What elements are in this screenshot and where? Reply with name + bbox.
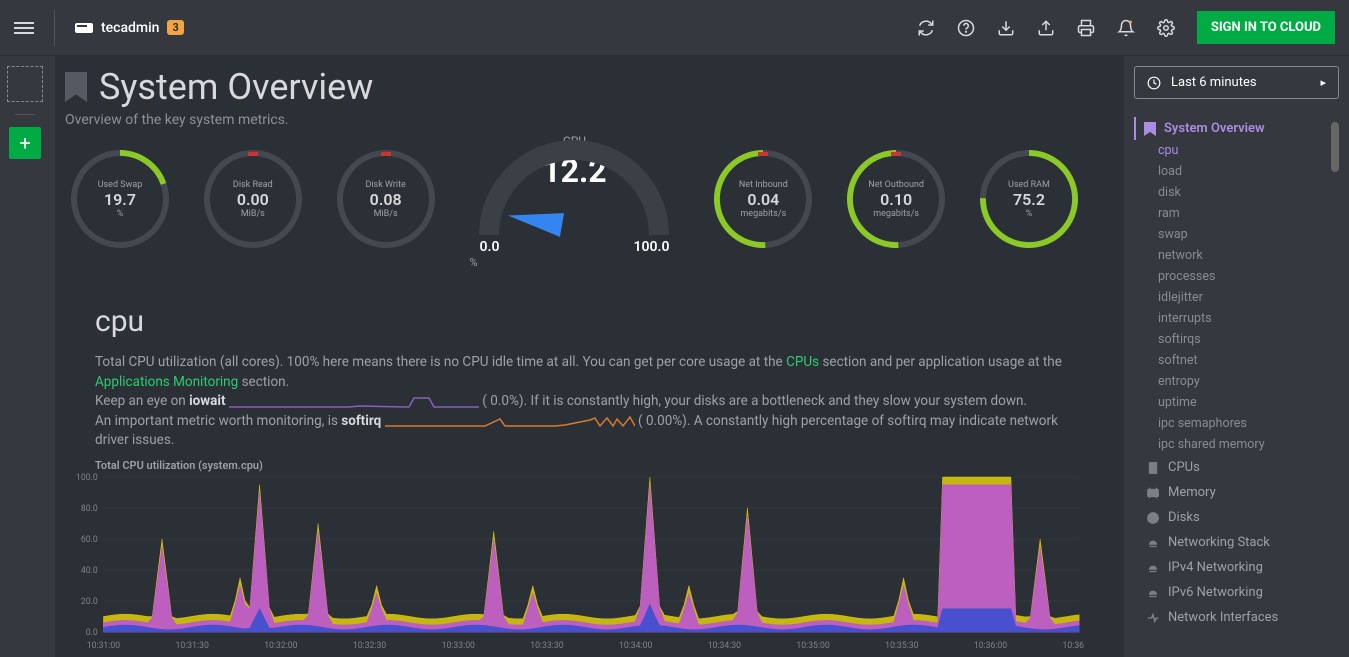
svg-text:10:36:30: 10:36:30 [1063,641,1084,651]
svg-text:80.0: 80.0 [81,504,98,514]
alert-badge: 3 [167,20,183,35]
gauge-cpu: CPU 12.2 0.0 100.0 % [469,134,679,264]
gauge-disk-write: Disk Write 0.08 MiB/s [337,150,435,248]
menu-hamburger[interactable] [14,22,34,34]
sidenav-sub-processes[interactable]: processes [1146,266,1339,287]
print-icon[interactable] [1077,19,1095,37]
svg-text:10:31:00: 10:31:00 [87,641,120,651]
svg-text:100.0: 100.0 [76,473,98,483]
svg-text:10:34:30: 10:34:30 [708,641,741,651]
softirq-sparkline [385,414,635,428]
cpu-section-text: Total CPU utilization (all cores). 100% … [95,353,1084,451]
sidenav-sub-idlejitter[interactable]: idlejitter [1146,287,1339,308]
gauge-used-swap: Used Swap 19.7 % [71,150,169,248]
sidenav-sub-disk[interactable]: disk [1146,182,1339,203]
settings-icon[interactable] [1157,19,1175,37]
sidenav-sub-entropy[interactable]: entropy [1146,371,1339,392]
gauge-net-in: Net Inbound 0.04 megabits/s [714,150,812,248]
download-icon[interactable] [997,19,1015,37]
time-range-picker[interactable]: Last 6 minutes ▸ [1134,66,1339,99]
sidenav-cat-memory[interactable]: Memory [1146,480,1339,505]
cpu-chart-title: Total CPU utilization (system.cpu) [95,459,1084,472]
cpus-link[interactable]: CPUs [786,354,819,370]
scrollbar-thumb[interactable] [1331,122,1339,172]
sidenav-cat-network-interfaces[interactable]: Network Interfaces [1146,605,1339,630]
svg-text:10:36:00: 10:36:00 [974,641,1007,651]
sidenav-sub-softnet[interactable]: softnet [1146,350,1339,371]
svg-text:10:35:00: 10:35:00 [796,641,829,651]
sidenav-cat-ipv6-networking[interactable]: IPv6 Networking [1146,580,1339,605]
sidenav-cat-disks[interactable]: Disks [1146,505,1339,530]
sidenav-sub-swap[interactable]: swap [1146,224,1339,245]
svg-text:40.0: 40.0 [81,566,98,576]
hostname: tecadmin [101,20,159,36]
sidenav-cat-networking-stack[interactable]: Networking Stack [1146,530,1339,555]
svg-text:10:32:00: 10:32:00 [264,641,297,651]
svg-text:10:31:30: 10:31:30 [175,641,208,651]
upload-icon[interactable] [1037,19,1055,37]
cpu-section-heading: cpu [95,304,1084,339]
space-placeholder[interactable] [7,66,43,102]
sidenav-sub-load[interactable]: load [1146,161,1339,182]
clock-icon [1147,76,1161,90]
sidenav-cat-cpus[interactable]: CPUs [1146,455,1339,480]
sidenav-sub-uptime[interactable]: uptime [1146,392,1339,413]
svg-text:10:32:30: 10:32:30 [353,641,386,651]
svg-text:0.0: 0.0 [86,628,98,638]
sidenav-sub-network[interactable]: network [1146,245,1339,266]
sidenav-sub-interrupts[interactable]: interrupts [1146,308,1339,329]
page-title: System Overview [99,66,373,108]
sidenav-sub-softirqs[interactable]: softirqs [1146,329,1339,350]
bookmark-icon[interactable] [65,72,87,102]
svg-text:10:34:00: 10:34:00 [619,641,652,651]
sign-in-cloud-button[interactable]: SIGN IN TO CLOUD [1197,11,1335,44]
refresh-icon[interactable] [917,19,935,37]
add-space-button[interactable]: + [9,127,41,159]
svg-text:60.0: 60.0 [81,535,98,545]
dropdown-caret-icon: ▸ [1320,76,1326,89]
sidenav-sub-cpu[interactable]: cpu [1146,140,1339,161]
host-icon [75,23,93,33]
sidenav-sub-ipc-shared-memory[interactable]: ipc shared memory [1146,434,1339,455]
svg-text:20.0: 20.0 [81,597,98,607]
alarm-icon[interactable] [1117,19,1135,37]
sidenav-cat-ipv4-networking[interactable]: IPv4 Networking [1146,555,1339,580]
svg-text:10:33:30: 10:33:30 [530,641,563,651]
sidenav-system-overview[interactable]: System Overview [1134,117,1339,140]
page-subtitle: Overview of the key system metrics. [65,112,1084,128]
iowait-sparkline [229,395,479,409]
gauge-net-out: Net Outbound 0.10 megabits/s [847,150,945,248]
sidenav-sub-ram[interactable]: ram [1146,203,1339,224]
gauge-used-ram: Used RAM 75.2 % [980,150,1078,248]
host-selector[interactable]: tecadmin 3 [75,20,184,36]
applications-monitoring-link[interactable]: Applications Monitoring [95,374,238,390]
sidenav-sub-ipc-semaphores[interactable]: ipc semaphores [1146,413,1339,434]
help-icon[interactable] [957,19,975,37]
gauge-row: Used Swap 19.7 % Disk Read 0.00 MiB/s Di… [65,134,1084,264]
gauge-disk-read: Disk Read 0.00 MiB/s [204,150,302,248]
cpu-utilization-chart[interactable]: 0.0 20.0 40.0 60.0 80.0 100.0 10:31:00 10:31:30… [65,472,1084,652]
svg-text:10:35:30: 10:35:30 [885,641,918,651]
svg-text:10:33:00: 10:33:00 [442,641,475,651]
